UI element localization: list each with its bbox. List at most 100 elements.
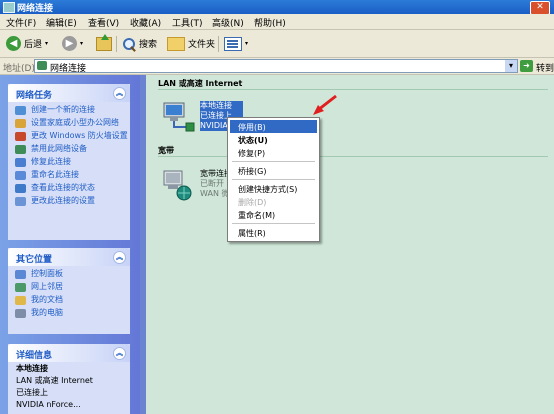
task-label: 更改 Windows 防火墙设置 bbox=[31, 131, 128, 140]
task-label: 更改此连接的设置 bbox=[31, 196, 95, 205]
menu-edit[interactable]: 编辑(E) bbox=[46, 16, 77, 29]
menu-favorites[interactable]: 收藏(A) bbox=[130, 16, 161, 29]
menu-item-status[interactable]: 状态(U) bbox=[230, 133, 317, 146]
home-network-icon bbox=[15, 119, 26, 128]
menu-item-create-shortcut[interactable]: 创建快捷方式(S) bbox=[230, 182, 317, 195]
menu-view[interactable]: 查看(V) bbox=[88, 16, 119, 29]
panel-title: 网络任务 bbox=[16, 91, 53, 101]
task-disable-device[interactable]: 禁用此网络设备 bbox=[13, 144, 130, 154]
lan-connection-icon bbox=[163, 102, 195, 132]
task-create-connection[interactable]: 创建一个新的连接 bbox=[13, 105, 130, 115]
collapse-chevron-icon[interactable]: ︽ bbox=[113, 87, 126, 100]
menu-item-properties[interactable]: 属性(R) bbox=[230, 226, 317, 239]
task-label: 查看此连接的状态 bbox=[31, 183, 95, 192]
menu-separator bbox=[232, 223, 315, 224]
menu-item-disable[interactable]: 停用(B) bbox=[230, 120, 317, 133]
menu-help[interactable]: 帮助(H) bbox=[254, 16, 286, 29]
details-type: LAN 或高速 Internet bbox=[16, 376, 93, 385]
place-control-panel[interactable]: 控制面板 bbox=[13, 269, 130, 279]
group-divider bbox=[158, 89, 548, 90]
place-my-documents[interactable]: 我的文档 bbox=[13, 295, 130, 305]
context-menu: 停用(B) 状态(U) 修复(P) 桥接(G) 创建快捷方式(S) 删除(D) … bbox=[227, 117, 320, 242]
collapse-chevron-icon[interactable]: ︽ bbox=[113, 347, 126, 360]
back-dropdown-icon: ▾ bbox=[45, 40, 49, 47]
panel-title: 详细信息 bbox=[16, 351, 53, 361]
details-status: 已连接上 bbox=[16, 388, 48, 397]
disable-device-icon bbox=[15, 145, 26, 154]
address-dropdown-icon[interactable]: ▾ bbox=[505, 60, 517, 72]
address-bar: 地址(D) 网络连接 ▾ ➜ 转到 bbox=[0, 58, 554, 75]
group-header-broadband: 宽带 bbox=[158, 146, 174, 155]
go-arrow-icon[interactable]: ➜ bbox=[520, 60, 533, 72]
details-name: 本地连接 bbox=[16, 364, 48, 373]
go-label[interactable]: 转到 bbox=[536, 61, 554, 74]
task-rename-connection[interactable]: 重命名此连接 bbox=[13, 170, 130, 180]
task-pane: 网络任务 ︽ 创建一个新的连接 设置家庭或小型办公网络 更改 Windows 防… bbox=[0, 75, 146, 414]
toolbar: ◀ 后退 ▾ ▶ ▾ 搜索 文件夹 ▾ bbox=[0, 30, 554, 58]
task-repair-connection[interactable]: 修复此连接 bbox=[13, 157, 130, 167]
address-input[interactable]: 网络连接 ▾ bbox=[34, 59, 518, 74]
menu-item-label: 状态(U) bbox=[238, 136, 268, 145]
forward-button[interactable]: ▶ ▾ bbox=[62, 35, 83, 52]
search-icon bbox=[122, 37, 136, 51]
menu-tools[interactable]: 工具(T) bbox=[172, 16, 203, 29]
rename-icon bbox=[15, 171, 26, 180]
other-places-header[interactable]: 其它位置 ︽ bbox=[8, 248, 130, 266]
network-tasks-header[interactable]: 网络任务 ︽ bbox=[8, 84, 130, 102]
panel-title: 其它位置 bbox=[16, 255, 53, 265]
firewall-icon bbox=[15, 132, 26, 141]
folders-button[interactable]: 文件夹 bbox=[167, 35, 215, 52]
task-firewall-settings[interactable]: 更改 Windows 防火墙设置 bbox=[13, 131, 130, 141]
task-label: 修复此连接 bbox=[31, 157, 71, 166]
place-network-neighborhood[interactable]: 网上邻居 bbox=[13, 282, 130, 292]
details-header[interactable]: 详细信息 ︽ bbox=[8, 344, 130, 362]
menu-item-label: 重命名(M) bbox=[238, 211, 276, 220]
menu-advanced[interactable]: 高级(N) bbox=[212, 16, 244, 29]
lan-connection-name: 本地连接 bbox=[200, 101, 244, 111]
task-setup-home-network[interactable]: 设置家庭或小型办公网络 bbox=[13, 118, 130, 128]
task-label: 重命名此连接 bbox=[31, 170, 79, 179]
menu-bar: 文件(F) 编辑(E) 查看(V) 收藏(A) 工具(T) 高级(N) 帮助(H… bbox=[0, 14, 554, 30]
search-label: 搜索 bbox=[139, 40, 158, 50]
place-my-computer[interactable]: 我的电脑 bbox=[13, 308, 130, 318]
details-panel: 详细信息 ︽ 本地连接 LAN 或高速 Internet 已连接上 NVIDIA… bbox=[8, 344, 130, 414]
folder-up-icon bbox=[96, 33, 112, 51]
toolbar-separator bbox=[218, 36, 219, 52]
group-divider bbox=[158, 156, 548, 157]
collapse-chevron-icon[interactable]: ︽ bbox=[113, 251, 126, 264]
my-computer-icon bbox=[15, 309, 26, 318]
task-label: 设置家庭或小型办公网络 bbox=[31, 118, 119, 127]
forward-dropdown-icon: ▾ bbox=[80, 40, 84, 47]
address-label: 地址(D) bbox=[3, 64, 35, 74]
status-icon bbox=[15, 184, 26, 193]
menu-item-label: 停用(B) bbox=[238, 123, 266, 132]
menu-item-label: 删除(D) bbox=[238, 198, 267, 207]
views-dropdown-icon: ▾ bbox=[245, 40, 249, 47]
other-places-panel: 其它位置 ︽ 控制面板 网上邻居 我的文档 我的电脑 bbox=[8, 248, 130, 334]
menu-item-repair[interactable]: 修复(P) bbox=[230, 146, 317, 159]
place-label: 网上邻居 bbox=[31, 282, 63, 291]
close-button[interactable]: ✕ bbox=[530, 1, 550, 15]
up-button[interactable] bbox=[96, 33, 112, 52]
folders-icon bbox=[167, 36, 185, 51]
menu-file[interactable]: 文件(F) bbox=[6, 16, 36, 29]
menu-separator bbox=[232, 179, 315, 180]
back-button[interactable]: ◀ 后退 ▾ bbox=[6, 35, 48, 52]
place-label: 我的电脑 bbox=[31, 308, 63, 317]
title-bar: 网络连接 ✕ bbox=[0, 0, 554, 15]
new-connection-icon bbox=[15, 106, 26, 115]
menu-item-bridge[interactable]: 桥接(G) bbox=[230, 164, 317, 177]
menu-item-rename[interactable]: 重命名(M) bbox=[230, 208, 317, 221]
settings-icon bbox=[15, 197, 26, 206]
menu-separator bbox=[232, 161, 315, 162]
place-label: 控制面板 bbox=[31, 269, 63, 278]
menu-item-label: 创建快捷方式(S) bbox=[238, 185, 298, 194]
task-label: 禁用此网络设备 bbox=[31, 144, 87, 153]
menu-item-label: 修复(P) bbox=[238, 149, 266, 158]
task-view-status[interactable]: 查看此连接的状态 bbox=[13, 183, 130, 193]
my-documents-icon bbox=[15, 296, 26, 305]
search-button[interactable]: 搜索 bbox=[122, 35, 157, 52]
views-button[interactable]: ▾ bbox=[224, 35, 248, 52]
task-change-settings[interactable]: 更改此连接的设置 bbox=[13, 196, 130, 206]
forward-arrow-icon: ▶ bbox=[62, 36, 77, 51]
